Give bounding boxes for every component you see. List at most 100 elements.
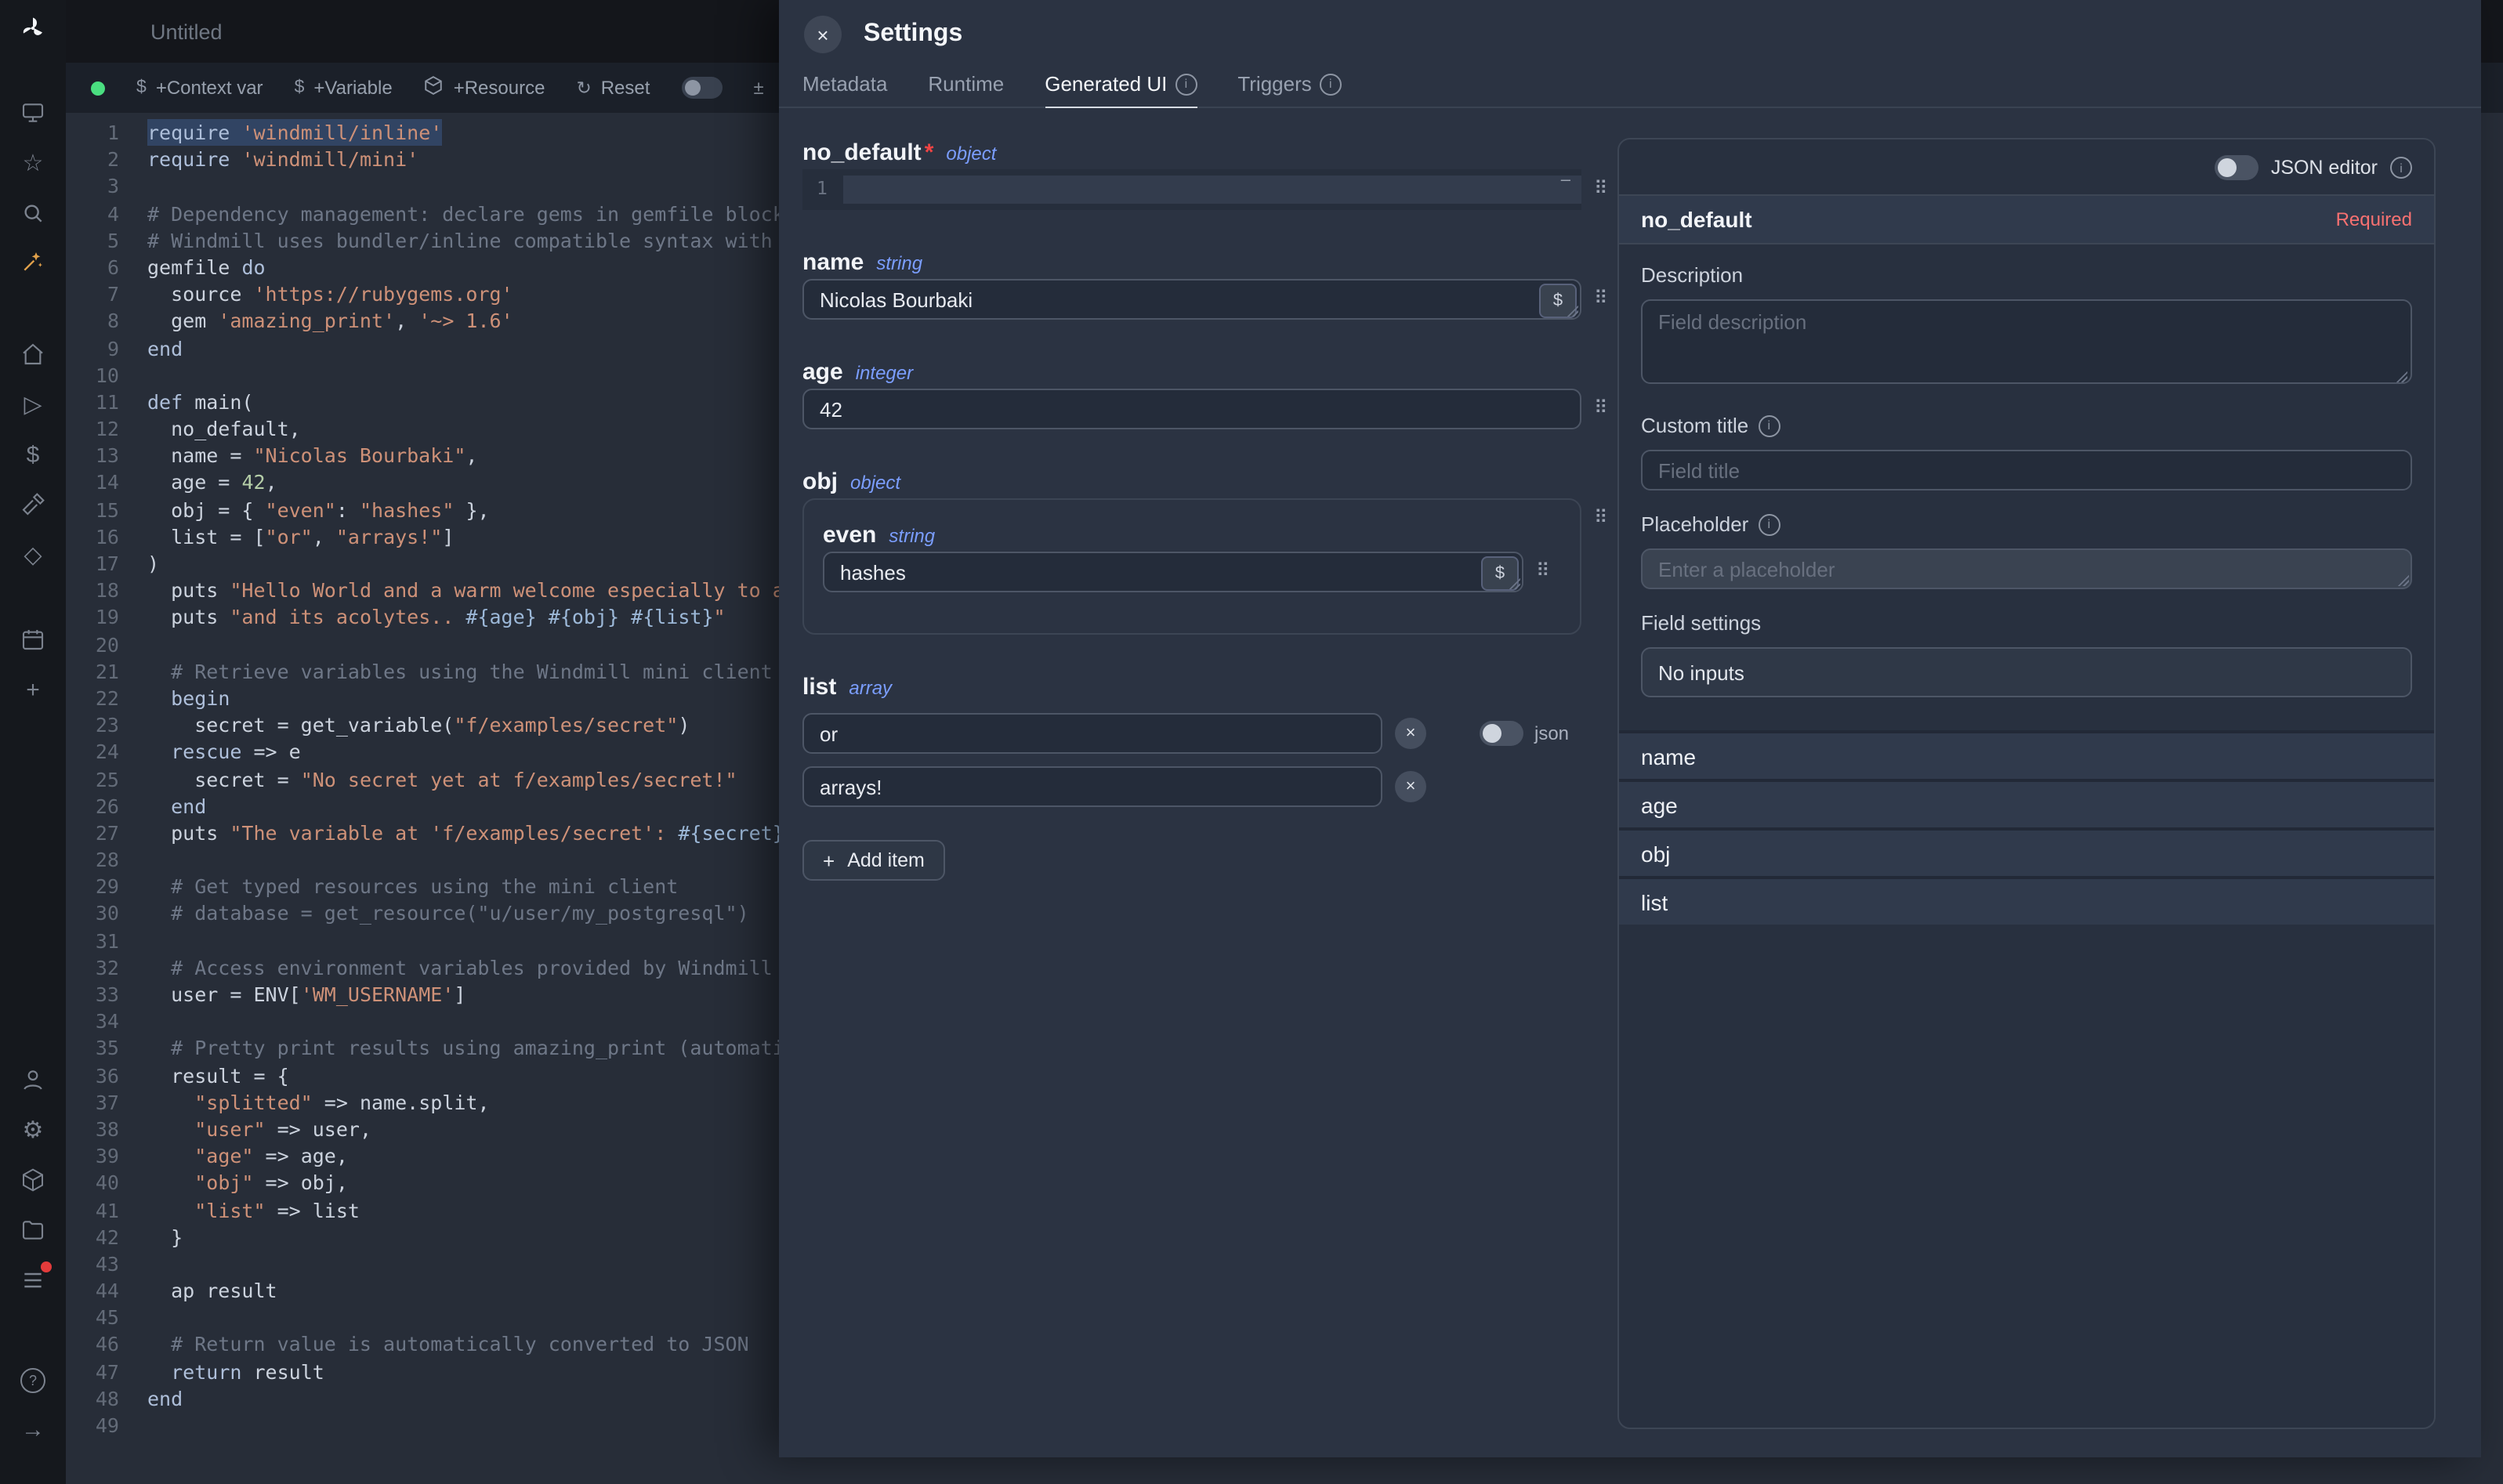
field-settings-label: Field settings — [1641, 611, 2412, 635]
monitor-icon[interactable] — [19, 99, 47, 127]
tab-metadata[interactable]: Metadata — [802, 72, 887, 107]
line-number: 34 — [66, 1008, 147, 1034]
description-textarea[interactable] — [1641, 299, 2412, 384]
settings-surface: × Settings Metadata Runtime Generated UI… — [779, 0, 2481, 1457]
field-type: integer — [856, 362, 913, 384]
line-number: 6 — [66, 254, 147, 281]
selected-field-row[interactable]: no_default Required — [1619, 194, 2434, 244]
tab-generated-ui[interactable]: Generated UI i — [1045, 72, 1197, 108]
collapse-sidebar-icon[interactable]: → — [19, 1415, 47, 1443]
variables-icon[interactable]: $ — [19, 440, 47, 469]
custom-title-input[interactable] — [1641, 450, 2412, 490]
list-item-input[interactable] — [802, 766, 1382, 807]
line-number: 25 — [66, 766, 147, 792]
line-number: 36 — [66, 1062, 147, 1088]
notification-dot — [41, 1261, 52, 1272]
age-input[interactable] — [802, 389, 1581, 429]
field-row-name[interactable]: name — [1619, 730, 2434, 779]
line-number: 24 — [66, 739, 147, 766]
drag-handle-icon[interactable]: ⠿ — [1594, 179, 1608, 197]
add-resource-button[interactable]: +Resource — [424, 75, 545, 100]
remove-item-icon[interactable]: × — [1395, 771, 1426, 802]
settings-tabs: Metadata Runtime Generated UI i Triggers… — [779, 69, 2481, 108]
line-number: 3 — [66, 173, 147, 200]
field-type: object — [946, 143, 996, 165]
line-number: 26 — [66, 792, 147, 819]
field-inspector-panel: JSON editor i no_default Required Descri… — [1617, 138, 2436, 1429]
settings-gear-icon[interactable]: ⚙ — [19, 1116, 47, 1144]
assets-icon[interactable]: ◇ — [19, 541, 47, 569]
windmill-logo-icon[interactable] — [19, 14, 47, 42]
field-label: age — [802, 359, 843, 385]
field-row-obj[interactable]: obj — [1619, 827, 2434, 876]
drag-handle-icon[interactable]: ⠿ — [1594, 508, 1608, 527]
insert-variable-button[interactable]: $ — [1539, 284, 1577, 318]
folders-icon[interactable] — [19, 1216, 47, 1244]
editor-toggle[interactable] — [681, 77, 722, 99]
json-editor-label: JSON editor — [2271, 157, 2378, 179]
workers-icon[interactable] — [19, 1166, 47, 1194]
runs-icon[interactable]: ▷ — [19, 390, 47, 418]
add-icon[interactable]: + — [19, 675, 47, 704]
tab-triggers[interactable]: Triggers i — [1237, 72, 1341, 107]
add-item-button[interactable]: + Add item — [802, 840, 945, 881]
field-no-default: no_default * object 1 – ⠿ — [802, 139, 1628, 210]
json-editor-toggle[interactable] — [2215, 155, 2258, 180]
line-number: 9 — [66, 335, 147, 361]
line-number: 19 — [66, 604, 147, 631]
name-input[interactable] — [802, 279, 1581, 320]
status-dot — [91, 81, 105, 95]
home-icon[interactable] — [19, 340, 47, 368]
line-number: 11 — [66, 389, 147, 415]
line-number: 1 — [66, 119, 147, 146]
field-label: even — [823, 522, 876, 548]
field-label: obj — [802, 469, 838, 495]
field-type: array — [849, 677, 892, 699]
line-number: 14 — [66, 469, 147, 496]
editor-line-number: 1 — [817, 177, 828, 199]
field-row-age[interactable]: age — [1619, 779, 2434, 827]
field-row-list[interactable]: list — [1619, 876, 2434, 925]
info-icon: i — [1320, 73, 1342, 95]
script-title-input[interactable]: Untitled — [150, 20, 223, 43]
diff-icon[interactable]: ± — [753, 77, 763, 99]
collapse-editor-icon[interactable]: – — [1561, 171, 1570, 190]
line-number: 13 — [66, 443, 147, 469]
line-number: 4 — [66, 200, 147, 226]
add-variable-button[interactable]: $ +Variable — [295, 77, 393, 99]
drag-handle-icon[interactable]: ⠿ — [1536, 561, 1550, 580]
line-number: 28 — [66, 846, 147, 873]
add-context-var-button[interactable]: $ +Context var — [136, 77, 263, 99]
insert-variable-button[interactable]: $ — [1481, 556, 1519, 591]
line-number: 40 — [66, 1170, 147, 1196]
drag-handle-icon[interactable]: ⠿ — [1594, 288, 1608, 307]
schedules-icon[interactable] — [19, 625, 47, 653]
search-icon[interactable] — [19, 199, 47, 227]
reset-button[interactable]: ↻ Reset — [576, 77, 650, 99]
list-item-input[interactable] — [802, 713, 1382, 754]
logs-icon[interactable] — [19, 1266, 47, 1294]
magic-wand-icon[interactable] — [19, 248, 47, 276]
tab-runtime[interactable]: Runtime — [928, 72, 1004, 107]
required-asterisk: * — [925, 139, 934, 166]
field-label: list — [802, 674, 836, 700]
close-icon[interactable]: × — [804, 16, 842, 53]
no-default-json-editor[interactable]: 1 – — [802, 169, 1581, 210]
line-number: 8 — [66, 308, 147, 335]
star-icon[interactable]: ☆ — [19, 149, 47, 177]
remove-item-icon[interactable]: × — [1395, 718, 1426, 749]
user-icon[interactable] — [19, 1066, 47, 1094]
help-icon[interactable]: ? — [19, 1366, 47, 1395]
field-type: string — [876, 252, 922, 274]
field-obj: obj object even string — [802, 469, 1628, 635]
resources-icon[interactable] — [19, 490, 47, 519]
json-toggle[interactable] — [1480, 721, 1523, 746]
placeholder-input[interactable] — [1641, 548, 2412, 589]
settings-title: Settings — [864, 20, 962, 49]
reset-icon: ↻ — [576, 77, 591, 99]
even-input[interactable] — [823, 552, 1523, 592]
dollar-icon: $ — [295, 78, 305, 97]
generated-ui-form: no_default * object 1 – ⠿ — [802, 139, 1628, 920]
info-icon: i — [1175, 73, 1197, 95]
drag-handle-icon[interactable]: ⠿ — [1594, 398, 1608, 417]
